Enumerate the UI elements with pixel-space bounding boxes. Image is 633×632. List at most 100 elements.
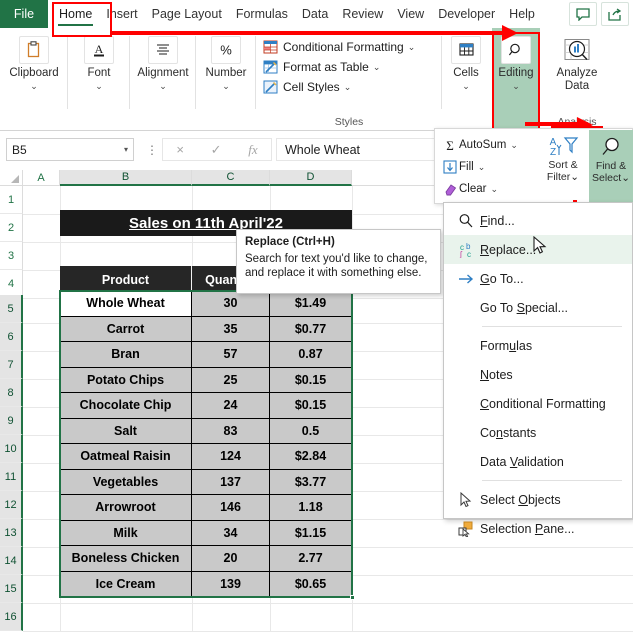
table-cell-product[interactable]: Ice Cream: [60, 571, 192, 597]
table-cell-product[interactable]: Arrowroot: [60, 495, 192, 521]
table-cell-qty[interactable]: 24: [192, 393, 270, 419]
table-cell-qty[interactable]: 83: [192, 418, 270, 444]
find-and-select-button[interactable]: Find & Select⌄: [589, 130, 633, 204]
chevron-down-icon[interactable]: ⌄: [462, 81, 470, 91]
table-cell-qty[interactable]: 34: [192, 520, 270, 546]
editing-item-clear[interactable]: Clear ⌄: [441, 178, 537, 200]
chevron-down-icon[interactable]: ⌄: [570, 171, 579, 183]
table-cell-product[interactable]: Vegetables: [60, 469, 192, 495]
menu-item-formulas[interactable]: Formulas: [444, 331, 632, 360]
menu-item-notes[interactable]: Notes: [444, 360, 632, 389]
table-cell-price[interactable]: 2.77: [270, 546, 352, 572]
row-header-13[interactable]: 13: [0, 519, 23, 547]
table-cell-qty[interactable]: 137: [192, 469, 270, 495]
cancel-icon[interactable]: ×: [176, 142, 184, 157]
table-cell-price[interactable]: $0.77: [270, 316, 352, 342]
column-header-D[interactable]: D: [270, 170, 352, 186]
row-header-6[interactable]: 6: [0, 323, 23, 351]
confirm-icon[interactable]: ✓: [211, 142, 222, 158]
table-cell-qty[interactable]: 20: [192, 546, 270, 572]
table-cell-price[interactable]: $1.15: [270, 520, 352, 546]
table-cell-price[interactable]: $0.65: [270, 571, 352, 597]
styles-item-cell-styles[interactable]: Cell Styles ⌄: [262, 77, 442, 97]
chevron-down-icon[interactable]: ⌄: [95, 81, 103, 91]
chevron-down-icon[interactable]: ⌄: [478, 162, 486, 173]
comments-icon[interactable]: [569, 2, 597, 26]
table-cell-product[interactable]: Salt: [60, 418, 192, 444]
row-header-4[interactable]: 4: [0, 270, 23, 298]
table-cell-price[interactable]: $2.84: [270, 444, 352, 470]
column-header-C[interactable]: C: [192, 170, 270, 186]
row-header-15[interactable]: 15: [0, 575, 23, 603]
row-header-5[interactable]: 5: [0, 295, 23, 323]
table-cell-product[interactable]: Potato Chips: [60, 367, 192, 393]
column-header-B[interactable]: B: [60, 170, 192, 186]
table-cell-product[interactable]: Oatmeal Raisin: [60, 444, 192, 470]
formula-bar-grip[interactable]: ⋮: [146, 143, 158, 157]
menu-item-find[interactable]: Find...: [444, 206, 632, 235]
row-header-16[interactable]: 16: [0, 603, 23, 631]
styles-item-format-as-table[interactable]: Format as Table ⌄: [262, 57, 442, 77]
row-header-14[interactable]: 14: [0, 547, 23, 575]
tab-file[interactable]: File: [0, 0, 48, 28]
table-cell-product[interactable]: Bran: [60, 342, 192, 368]
table-cell-price[interactable]: 0.5: [270, 418, 352, 444]
chevron-down-icon[interactable]: ▾: [124, 145, 128, 154]
editing-item-fill[interactable]: Fill ⌄: [441, 156, 537, 178]
select-all-corner[interactable]: [0, 170, 23, 186]
chevron-down-icon[interactable]: ⌄: [621, 172, 630, 184]
row-header-10[interactable]: 10: [0, 435, 23, 463]
table-cell-qty[interactable]: 57: [192, 342, 270, 368]
row-header-1[interactable]: 1: [0, 186, 23, 214]
chevron-down-icon[interactable]: ⌄: [490, 184, 498, 195]
row-header-11[interactable]: 11: [0, 463, 23, 491]
ribbon-group-clipboard[interactable]: Clipboard ⌄: [0, 28, 68, 131]
row-header-7[interactable]: 7: [0, 351, 23, 379]
editing-item-autosum[interactable]: Σ AutoSum ⌄: [441, 134, 537, 156]
column-header-A[interactable]: A: [23, 170, 60, 186]
table-cell-qty[interactable]: 124: [192, 444, 270, 470]
table-cell-product[interactable]: Milk: [60, 520, 192, 546]
sort-and-filter-button[interactable]: AZ Sort & Filter⌄: [541, 133, 585, 183]
row-header-8[interactable]: 8: [0, 379, 23, 407]
chevron-down-icon[interactable]: ⌄: [510, 140, 518, 151]
table-cell-price[interactable]: $3.77: [270, 469, 352, 495]
row-header-9[interactable]: 9: [0, 407, 23, 435]
table-cell-qty[interactable]: 35: [192, 316, 270, 342]
chevron-down-icon[interactable]: ⌄: [159, 81, 167, 91]
menu-item-selection-pane[interactable]: Selection Pane...: [444, 514, 632, 543]
menu-item-select-objects[interactable]: Select Objects: [444, 485, 632, 514]
table-cell-product[interactable]: Whole Wheat: [60, 291, 192, 317]
table-cell-qty[interactable]: 146: [192, 495, 270, 521]
name-box[interactable]: B5 ▾: [6, 138, 134, 161]
table-cell-product[interactable]: Boneless Chicken: [60, 546, 192, 572]
menu-item-data-validation[interactable]: Data Validation: [444, 447, 632, 476]
table-cell-price[interactable]: $0.15: [270, 367, 352, 393]
fill-handle[interactable]: [350, 595, 355, 600]
chevron-down-icon[interactable]: ⌄: [222, 81, 230, 91]
menu-item-conditional-formatting[interactable]: Conditional Formatting: [444, 389, 632, 418]
row-header-2[interactable]: 2: [0, 214, 23, 242]
table-cell-price[interactable]: $0.15: [270, 393, 352, 419]
table-cell-price[interactable]: $1.49: [270, 291, 352, 317]
chevron-down-icon[interactable]: ⌄: [373, 62, 381, 73]
menu-item-go-to[interactable]: Go To...: [444, 264, 632, 293]
chevron-down-icon[interactable]: ⌄: [344, 82, 352, 93]
chevron-down-icon[interactable]: ⌄: [30, 81, 38, 91]
table-cell-price[interactable]: 1.18: [270, 495, 352, 521]
insert-function-icon[interactable]: fx: [248, 142, 257, 158]
table-cell-price[interactable]: 0.87: [270, 342, 352, 368]
row-header-12[interactable]: 12: [0, 491, 23, 519]
table-cell-product[interactable]: Chocolate Chip: [60, 393, 192, 419]
tab-home[interactable]: Home: [52, 0, 99, 28]
share-icon[interactable]: [601, 2, 629, 26]
menu-item-constants[interactable]: Constants: [444, 418, 632, 447]
table-cell-product[interactable]: Carrot: [60, 316, 192, 342]
table-cell-qty[interactable]: 25: [192, 367, 270, 393]
table-cell-qty[interactable]: 139: [192, 571, 270, 597]
table-header-cell[interactable]: Product: [60, 266, 192, 294]
chevron-down-icon[interactable]: ⌄: [512, 81, 520, 91]
table-cell-qty[interactable]: 30: [192, 291, 270, 317]
menu-item-go-to-special[interactable]: Go To Special...: [444, 293, 632, 322]
row-header-3[interactable]: 3: [0, 242, 23, 270]
